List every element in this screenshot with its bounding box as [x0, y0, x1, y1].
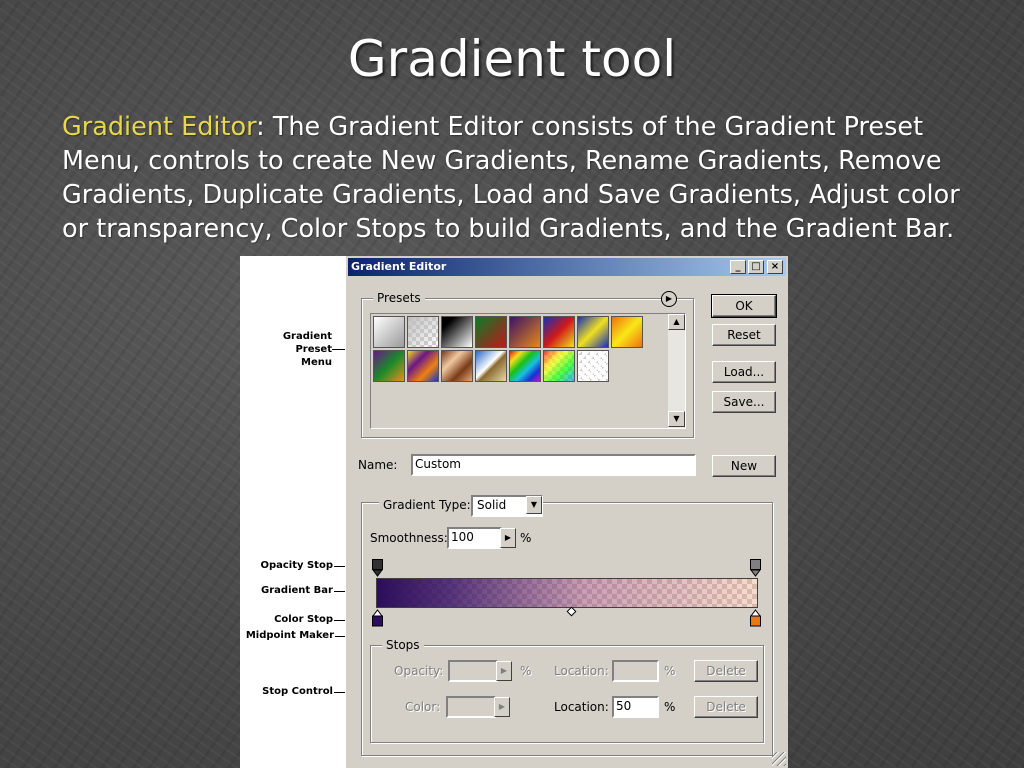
preset-swatch-black-white[interactable] — [441, 316, 473, 348]
opacity-label: Opacity: — [394, 664, 444, 678]
callout-opacity-stop: Opacity Stop — [260, 560, 333, 571]
preset-swatch-transparent-rainbow[interactable] — [543, 350, 575, 382]
slide-title: Gradient tool — [347, 30, 677, 88]
reset-button[interactable]: Reset — [712, 324, 776, 346]
slide-body: Gradient Editor: The Gradient Editor con… — [62, 110, 962, 246]
presets-label: Presets — [373, 291, 425, 305]
delete-opacity-button[interactable]: Delete — [694, 660, 758, 682]
opacity-stop-right[interactable] — [750, 559, 761, 577]
delete-color-button[interactable]: Delete — [694, 696, 758, 718]
opacity-stop-left[interactable] — [372, 559, 383, 577]
stops-label: Stops — [382, 638, 424, 652]
color-location-field[interactable]: 50 — [612, 696, 659, 718]
callout-preset-menu: Gradient Preset Menu — [270, 330, 332, 369]
maximize-button[interactable]: □ — [748, 260, 764, 274]
preset-swatch-foreground-to-transparent[interactable] — [407, 316, 439, 348]
callout-gradient-bar: Gradient Bar — [261, 585, 333, 596]
preset-swatch-chrome[interactable] — [475, 350, 507, 382]
opacity-location-label: Location: — [554, 664, 609, 678]
callout-text: Menu — [301, 357, 332, 368]
color-picker-icon[interactable]: ▶ — [494, 697, 510, 717]
opacity-location-field[interactable] — [612, 660, 659, 682]
preset-swatch-red-green[interactable] — [475, 316, 507, 348]
preset-swatch-blue-red-yellow[interactable] — [543, 316, 575, 348]
presets-menu-icon[interactable]: ▶ — [661, 291, 677, 307]
callout-text: Preset — [295, 344, 332, 355]
opacity-slider-icon[interactable]: ▶ — [496, 661, 512, 681]
name-field[interactable]: Custom — [411, 454, 696, 476]
opacity-field[interactable] — [448, 660, 498, 682]
presets-scrollbar[interactable]: ▲ ▼ — [668, 314, 685, 428]
body-highlight: Gradient Editor — [62, 112, 257, 142]
preset-swatch-yellow-violet-orange-blue[interactable] — [407, 350, 439, 382]
preset-swatch-foreground-to-background[interactable] — [373, 316, 405, 348]
load-button[interactable]: Load... — [712, 361, 776, 383]
minimize-button[interactable]: _ — [730, 260, 746, 274]
callout-midpoint: Midpoint Maker — [245, 630, 334, 641]
preset-swatches: ▲ ▼ — [370, 313, 686, 429]
color-stop-right[interactable] — [750, 609, 761, 627]
smoothness-slider-icon[interactable]: ▶ — [500, 528, 516, 548]
resize-grip-icon[interactable] — [772, 752, 786, 766]
dialog-title: Gradient Editor — [351, 260, 447, 273]
preset-swatch-spectrum[interactable] — [509, 350, 541, 382]
opacity-location-percent: % — [664, 664, 676, 678]
preset-swatch-copper[interactable] — [441, 350, 473, 382]
callout-color-stop: Color Stop — [274, 614, 333, 625]
color-label: Color: — [405, 700, 441, 714]
gradient-bar[interactable] — [376, 578, 758, 608]
callout-stop-control: Stop Control — [262, 686, 333, 697]
preset-swatch-violet-green-orange[interactable] — [373, 350, 405, 382]
chevron-down-icon[interactable]: ▼ — [526, 496, 542, 514]
gradient-editor-dialog: Gradient Editor _ □ × Presets ▶ ▲ ▼ OK R… — [345, 256, 788, 768]
callout-text: Gradient — [282, 331, 332, 342]
smoothness-percent: % — [520, 531, 532, 545]
smoothness-field[interactable]: 100 — [447, 527, 502, 549]
color-location-percent: % — [664, 700, 676, 714]
ok-button[interactable]: OK — [711, 294, 777, 318]
opacity-percent: % — [520, 664, 532, 678]
new-button[interactable]: New — [712, 455, 776, 477]
gradient-type-label: Gradient Type: — [379, 498, 475, 512]
color-stop-left[interactable] — [372, 609, 383, 627]
screenshot-figure: Gradient Preset Menu Opacity Stop Gradie… — [240, 256, 788, 768]
color-swatch-field[interactable] — [446, 696, 496, 718]
preset-swatch-orange-yellow-orange[interactable] — [611, 316, 643, 348]
save-button[interactable]: Save... — [712, 391, 776, 413]
preset-swatch-violet-orange[interactable] — [509, 316, 541, 348]
scroll-down-icon[interactable]: ▼ — [668, 411, 685, 427]
dialog-titlebar[interactable]: Gradient Editor _ □ × — [348, 258, 786, 276]
preset-swatch-transparent-stripes[interactable] — [577, 350, 609, 382]
scroll-up-icon[interactable]: ▲ — [668, 314, 685, 330]
preset-swatch-blue-yellow-blue[interactable] — [577, 316, 609, 348]
name-label: Name: — [358, 458, 398, 472]
color-location-label: Location: — [554, 700, 609, 714]
smoothness-label: Smoothness: — [370, 531, 448, 545]
close-button[interactable]: × — [767, 260, 783, 274]
